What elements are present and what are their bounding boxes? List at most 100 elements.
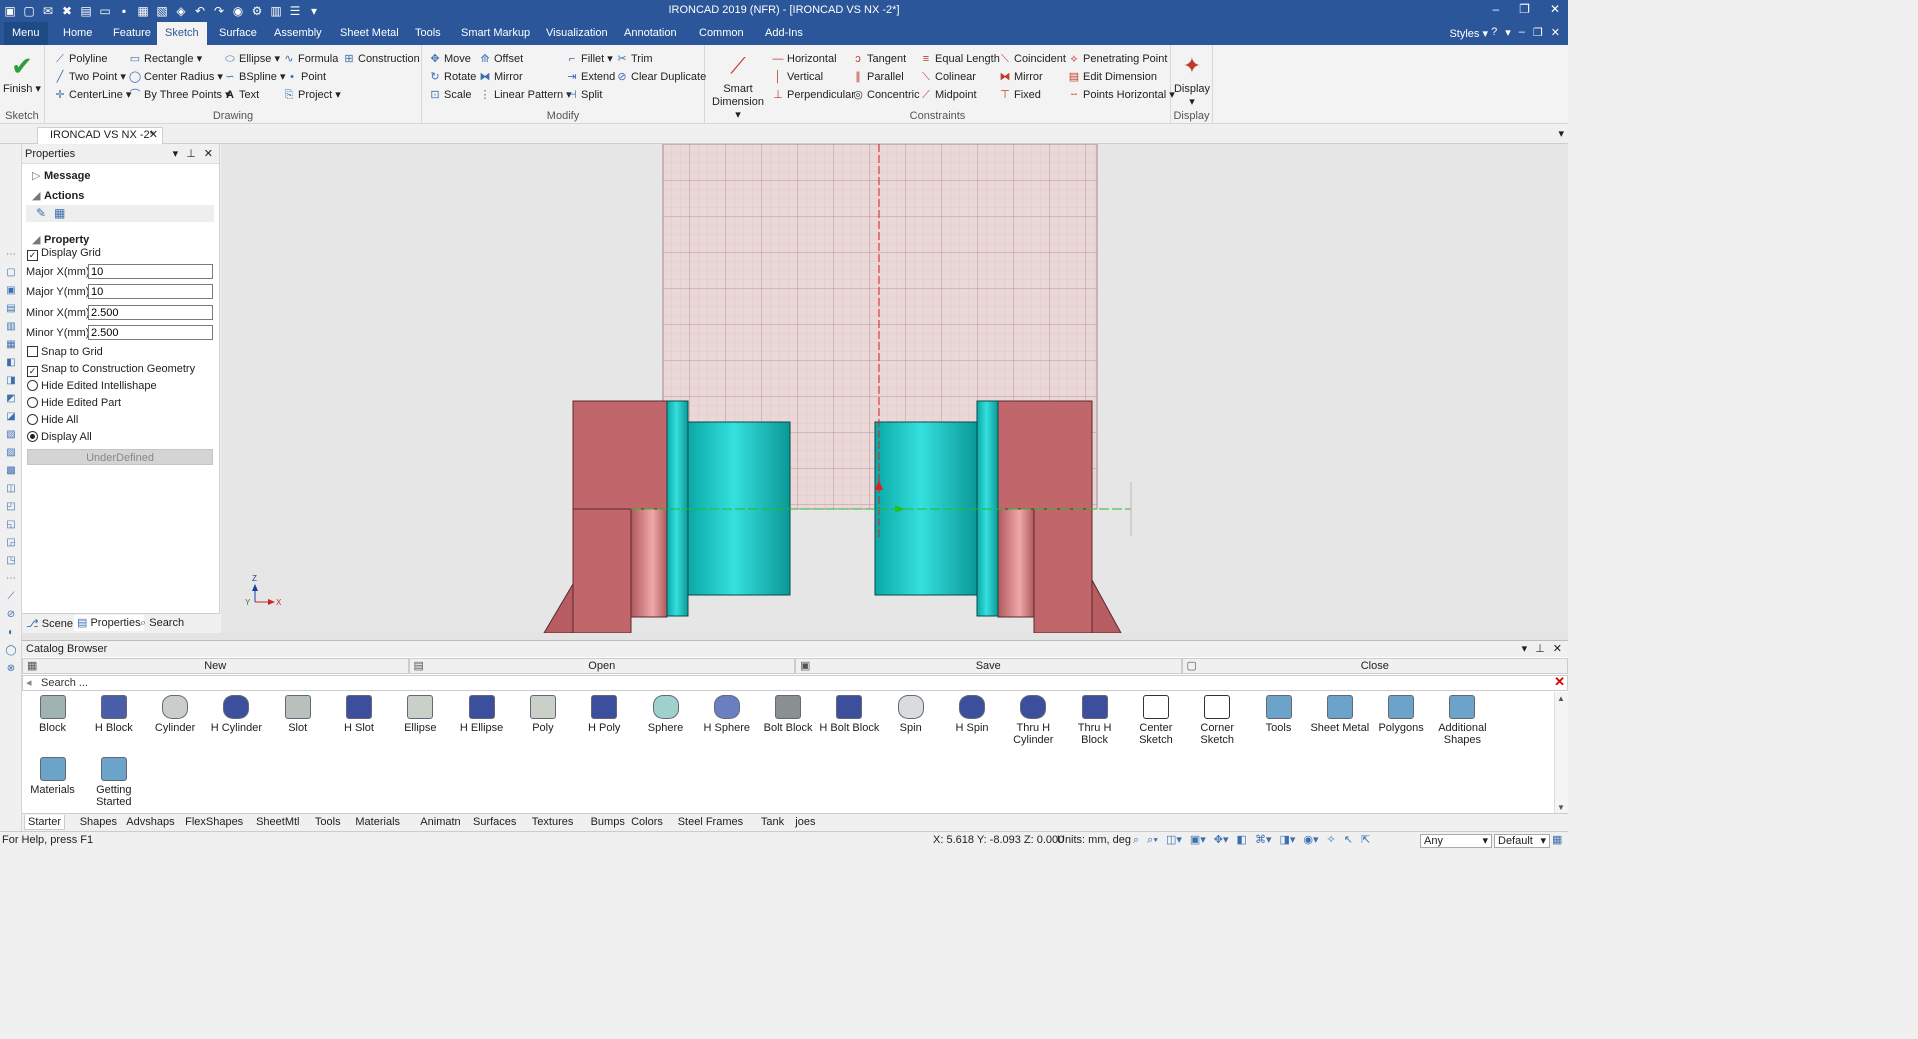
tool-circle-icon[interactable]: ◯: [4, 644, 18, 658]
close-tab-icon[interactable]: ✕: [149, 128, 158, 143]
catalog-item[interactable]: Materials: [22, 757, 83, 796]
catalog-item[interactable]: Corner Sketch: [1187, 695, 1248, 746]
hide-edited-part-radio[interactable]: Hide Edited Part: [27, 396, 121, 410]
tab-common[interactable]: Common: [691, 22, 752, 45]
catalog-item[interactable]: Slot: [267, 695, 328, 734]
polyline-button[interactable]: ⟋ Polyline: [53, 51, 107, 67]
edit-dimension-button[interactable]: ▤ Edit Dimension: [1067, 69, 1157, 85]
catalog-tab[interactable]: Tools: [312, 815, 344, 829]
tab-list-dropdown-icon[interactable]: ▾: [1558, 127, 1564, 140]
tool-line-icon[interactable]: ⟋: [4, 590, 18, 604]
catalog-item[interactable]: Poly: [512, 695, 573, 734]
mirror-constraint-button[interactable]: ⧓ Mirror: [998, 69, 1043, 85]
tab-feature[interactable]: Feature: [105, 22, 159, 45]
display-grid-checkbox[interactable]: ✓ Display Grid: [27, 246, 101, 261]
two-point-button[interactable]: ╱ Two Point ▾: [53, 69, 126, 85]
catalog-scrollbar[interactable]: ▲ ▼: [1554, 692, 1568, 814]
catalog-item[interactable]: Thru H Cylinder: [1003, 695, 1064, 746]
tool-layer-icon[interactable]: ▤: [4, 302, 18, 316]
mirror-button[interactable]: ⧓ Mirror: [478, 69, 523, 85]
construction-button[interactable]: ⊞ Construction: [342, 51, 419, 67]
vertical-button[interactable]: │ Vertical: [771, 69, 824, 85]
catalog-item[interactable]: Sheet Metal: [1309, 695, 1370, 734]
ribbon-restore-icon[interactable]: ❐: [1533, 26, 1543, 39]
tool-frame-icon[interactable]: ▥: [4, 320, 18, 334]
catalog-new-button[interactable]: ▦ New: [22, 658, 409, 674]
catalog-item[interactable]: H Cylinder: [206, 695, 267, 734]
tab-visualization[interactable]: Visualization: [538, 22, 616, 45]
fillet-button[interactable]: ⌐ Fillet ▾: [565, 51, 613, 67]
select-icon[interactable]: ↖: [1344, 832, 1353, 849]
concentric-button[interactable]: ◎ Concentric: [851, 87, 919, 103]
rectangle-button[interactable]: ▭ Rectangle ▾: [128, 51, 202, 67]
hide-all-radio[interactable]: Hide All: [27, 413, 78, 427]
catalog-item[interactable]: H Ellipse: [451, 695, 512, 734]
3d-viewport[interactable]: Z Y X: [221, 144, 1568, 633]
move-button[interactable]: ✥ Move: [428, 51, 471, 67]
property-section[interactable]: ◢ Property: [32, 233, 89, 246]
properties-tab[interactable]: ▤ Properties: [74, 615, 144, 631]
ribbon-dropdown-icon[interactable]: ▾: [1505, 26, 1511, 39]
perpendicular-button[interactable]: ⊥ Perpendicular: [771, 87, 855, 103]
minor-x-input[interactable]: [88, 305, 213, 320]
fixed-button[interactable]: ⊤ Fixed: [998, 87, 1041, 103]
tool-part4-icon[interactable]: ◪: [4, 410, 18, 424]
formula-button[interactable]: ∿ Formula: [282, 51, 338, 67]
table-action-icon[interactable]: ▦: [54, 206, 65, 220]
catalog-item[interactable]: Thru H Block: [1064, 695, 1125, 746]
catalog-tab[interactable]: Steel Frames: [675, 815, 746, 829]
catalog-tab[interactable]: Materials: [352, 815, 403, 829]
scene-tab[interactable]: ⎇ Scene: [26, 617, 73, 630]
clear-duplicate-button[interactable]: ⊘ Clear Duplicate: [615, 69, 706, 85]
tool-show-icon[interactable]: ◐: [4, 626, 18, 640]
catalog-close-icon[interactable]: ✕: [1553, 641, 1562, 657]
horizontal-button[interactable]: ― Horizontal: [771, 51, 837, 67]
catalog-item[interactable]: Ellipse: [390, 695, 451, 734]
tab-annotation[interactable]: Annotation: [616, 22, 685, 45]
tool-part8-icon[interactable]: ◫: [4, 482, 18, 496]
message-section[interactable]: ▷ Message: [32, 169, 90, 182]
catalog-item[interactable]: H Slot: [329, 695, 390, 734]
light-icon[interactable]: ✧: [1327, 832, 1336, 849]
catalog-item[interactable]: H Sphere: [696, 695, 757, 734]
display-all-radio[interactable]: Display All: [27, 430, 92, 444]
catalog-search-input[interactable]: ◂ Search ... ✕: [22, 675, 1568, 691]
close-icon[interactable]: ✕: [1550, 2, 1560, 16]
tool-part5-icon[interactable]: ▧: [4, 428, 18, 442]
catalog-item[interactable]: Additional Shapes: [1432, 695, 1493, 746]
hide-edited-intellishape-radio[interactable]: Hide Edited Intellishape: [27, 379, 157, 393]
points-horizontal-button[interactable]: ╌ Points Horizontal ▾: [1067, 87, 1175, 103]
tab-tools[interactable]: Tools: [407, 22, 449, 45]
catalog-tab[interactable]: SheetMtl: [253, 815, 302, 829]
penetrating-point-button[interactable]: ⟡ Penetrating Point: [1067, 51, 1167, 67]
catalog-tab[interactable]: FlexShapes: [182, 815, 246, 829]
pin-icon[interactable]: ⊥: [186, 144, 196, 164]
tool-part9-icon[interactable]: ◰: [4, 500, 18, 514]
selection-filter-select[interactable]: Any ▾: [1420, 834, 1492, 848]
snap-to-construction-checkbox[interactable]: ✓ Snap to Construction Geometry: [27, 362, 195, 377]
tangent-button[interactable]: ↄ Tangent: [851, 51, 906, 67]
rotate-button[interactable]: ↻ Rotate: [428, 69, 476, 85]
clear-search-icon[interactable]: ✕: [1554, 675, 1565, 689]
finish-button[interactable]: ✔ Finish ▾: [3, 51, 41, 96]
project-button[interactable]: ⎘ Project ▾: [282, 87, 341, 103]
major-y-input[interactable]: [88, 284, 213, 299]
colinear-button[interactable]: ⟍ Colinear: [919, 69, 976, 85]
tab-sheet-metal[interactable]: Sheet Metal: [332, 22, 407, 45]
ribbon-minimize-icon[interactable]: –: [1519, 26, 1525, 39]
catalog-tab[interactable]: Bumps: [588, 815, 628, 829]
catalog-item[interactable]: Cylinder: [145, 695, 206, 734]
panel-close-icon[interactable]: ✕: [204, 144, 213, 164]
tab-surface[interactable]: Surface: [211, 22, 265, 45]
pointer-icon[interactable]: ⇱: [1361, 832, 1370, 849]
catalog-item[interactable]: Center Sketch: [1125, 695, 1186, 746]
tool-part10-icon[interactable]: ◱: [4, 518, 18, 532]
actions-section[interactable]: ◢ Actions: [32, 189, 84, 202]
split-button[interactable]: ⊣ Split: [565, 87, 602, 103]
tool-part12-icon[interactable]: ◳: [4, 554, 18, 568]
ribbon-close-icon[interactable]: ✕: [1551, 26, 1560, 39]
equal-length-button[interactable]: ≡ Equal Length: [919, 51, 1000, 67]
catalog-tab[interactable]: Colors: [628, 815, 666, 829]
status-extra-icon[interactable]: ▦: [1552, 832, 1562, 849]
tool-dots2-icon[interactable]: ⋯: [4, 572, 18, 586]
